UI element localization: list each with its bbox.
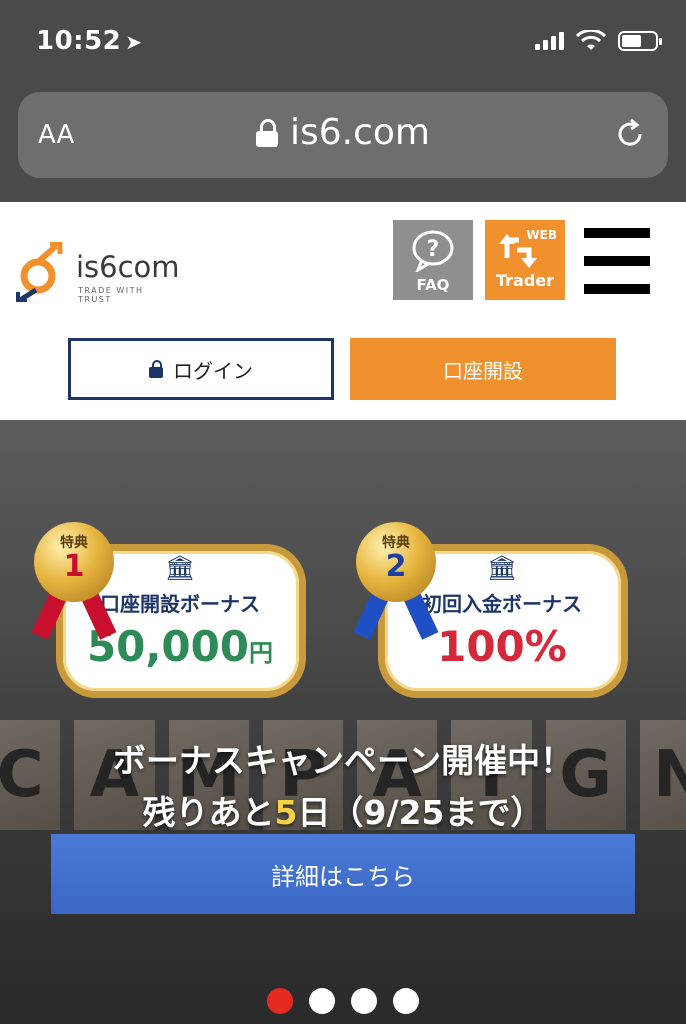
faq-button[interactable]: ? FAQ: [393, 220, 473, 300]
lock-icon: [149, 360, 163, 378]
web-trader-button[interactable]: WEB Trader: [485, 220, 565, 300]
details-label: 詳細はこちら: [271, 862, 415, 891]
reload-icon[interactable]: [612, 116, 648, 152]
days-remaining: 5: [274, 793, 298, 832]
status-icons: [535, 30, 662, 52]
wifi-icon: [576, 30, 606, 50]
carousel-dot[interactable]: [351, 988, 377, 1014]
logo-tagline: TRADE WITH TRUST: [78, 286, 144, 304]
carousel-dot[interactable]: [267, 988, 293, 1014]
svg-text:?: ?: [427, 237, 440, 262]
open-account-label: 口座開設: [443, 358, 523, 383]
status-time: 10:52 ➤: [36, 26, 143, 56]
open-account-button[interactable]: 口座開設: [350, 338, 616, 400]
trader-label: Trader: [495, 271, 555, 290]
bonus-badge-2: 🏛 初回入金ボーナス 100% 特典 2: [353, 522, 628, 706]
bonus-badge-1: 🏛 口座開設ボーナス 50,000円 特典 1: [31, 522, 306, 706]
badge-value: 100%: [437, 622, 567, 671]
medal-icon: 特典 2: [356, 522, 436, 602]
site-header: is6com TRADE WITH TRUST ? FAQ WEB Trader…: [0, 202, 686, 420]
battery-icon: [618, 31, 662, 51]
campaign-banner[interactable]: C A M P A I G N 🏛 口座開設ボーナス 50,000円 特典 1 …: [0, 420, 686, 1024]
carousel-indicators: [0, 988, 686, 1014]
battery-level: [622, 35, 642, 47]
medal-icon: 特典 1: [34, 522, 114, 602]
logo-text: is6com: [76, 250, 180, 284]
web-trader-arrows-icon: [499, 234, 537, 268]
site-logo[interactable]: is6com TRADE WITH TRUST: [16, 242, 180, 304]
campaign-countdown: 残りあと5日（9/25まで）: [142, 793, 544, 832]
url-text: is6.com: [290, 112, 430, 153]
faq-label: FAQ: [416, 276, 450, 294]
browser-chrome: 10:52 ➤ AA is6.com: [0, 0, 686, 202]
lock-icon: [256, 119, 278, 147]
question-bubble-icon: ?: [412, 230, 454, 274]
logo-mark-icon: [16, 242, 63, 302]
login-button[interactable]: ログイン: [68, 338, 334, 400]
location-arrow-icon: ➤: [125, 30, 143, 54]
url-display[interactable]: is6.com: [18, 112, 668, 153]
badge-value: 50,000円: [86, 622, 274, 671]
login-label: ログイン: [173, 358, 253, 383]
carousel-dot[interactable]: [309, 988, 335, 1014]
address-bar[interactable]: AA is6.com: [18, 92, 668, 178]
hamburger-menu-icon[interactable]: [584, 228, 650, 294]
carousel-dot[interactable]: [393, 988, 419, 1014]
campaign-headline: ボーナスキャンペーン開催中！: [112, 741, 574, 780]
cellular-signal-icon: [535, 32, 564, 50]
details-button[interactable]: 詳細はこちら: [51, 834, 635, 914]
